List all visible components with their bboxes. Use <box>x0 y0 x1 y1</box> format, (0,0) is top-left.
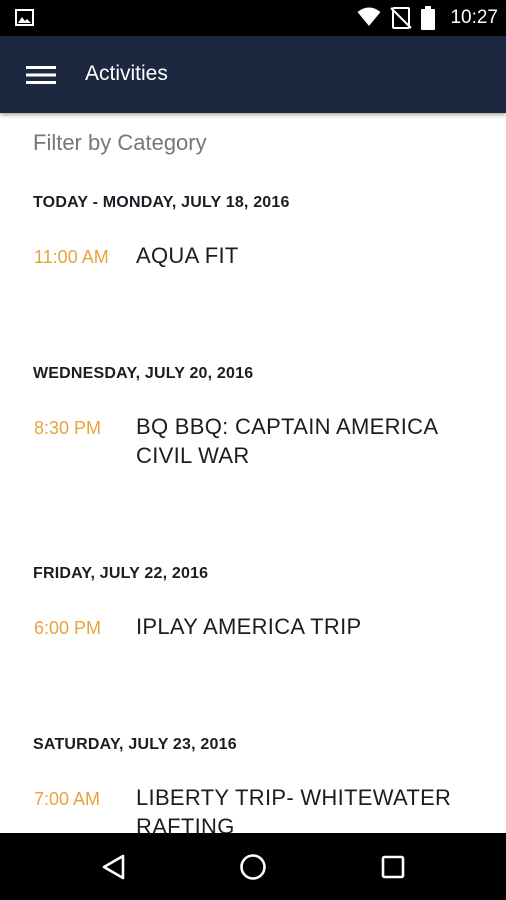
day-header: SATURDAY, JULY 23, 2016 <box>33 736 237 753</box>
recents-button[interactable] <box>373 847 413 887</box>
image-notification-icon <box>15 9 34 26</box>
home-icon <box>240 854 266 880</box>
home-button[interactable] <box>233 847 273 887</box>
event-time: 7:00 AM <box>34 789 101 809</box>
day-header: WEDNESDAY, JULY 20, 2016 <box>33 365 254 382</box>
day-header: FRIDAY, JULY 22, 2016 <box>33 565 209 582</box>
status-clock: 10:27 <box>450 7 498 28</box>
back-button[interactable] <box>94 847 134 887</box>
no-signal-icon <box>390 7 412 29</box>
page-title: Activities <box>85 62 168 85</box>
wifi-icon <box>357 7 381 26</box>
day-header: TODAY - MONDAY, JULY 18, 2016 <box>33 194 290 211</box>
recents-icon <box>381 855 405 879</box>
hamburger-menu-icon <box>26 66 56 84</box>
battery-icon <box>421 6 435 30</box>
navigation-bar <box>0 833 506 900</box>
filter-by-category[interactable]: Filter by Category <box>33 128 333 158</box>
event-name[interactable]: BQ BBQ: CAPTAIN AMERICA CIVIL WAR <box>136 412 486 470</box>
menu-button[interactable] <box>12 50 68 98</box>
event-time: 11:00 AM <box>34 247 109 267</box>
back-icon <box>102 854 125 880</box>
event-time: 8:30 PM <box>34 418 102 438</box>
event-time: 6:00 PM <box>34 618 102 638</box>
status-bar: 10:27 <box>0 0 506 36</box>
event-name[interactable]: AQUA FIT <box>136 241 486 270</box>
event-name[interactable]: IPLAY AMERICA TRIP <box>136 612 486 641</box>
app-bar: Activities <box>0 36 506 113</box>
